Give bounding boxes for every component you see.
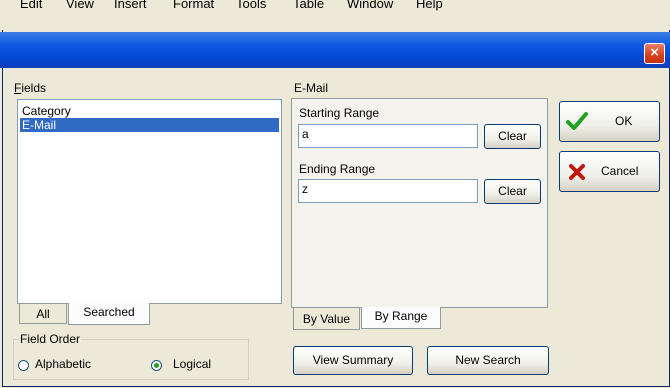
red-x-icon [569, 164, 585, 180]
app-menubar: Edit View Insert Format Tools Table Wind… [0, 0, 670, 30]
ending-range-input[interactable]: z [298, 179, 478, 203]
radio-logical-label[interactable]: Logical [173, 357, 211, 371]
tab-searched-label: Searched [83, 305, 135, 319]
ok-label: OK [615, 114, 633, 128]
list-item-selected[interactable]: E-Mail [20, 118, 279, 132]
ending-range-label: Ending Range [299, 162, 376, 176]
tab-all[interactable]: All [19, 304, 67, 324]
view-summary-button[interactable]: View Summary [293, 346, 413, 375]
close-icon: × [650, 44, 659, 61]
tab-by-value[interactable]: By Value [293, 308, 360, 330]
fields-label: Fields [14, 81, 47, 95]
menu-help[interactable]: Help [416, 0, 443, 11]
menu-format[interactable]: Format [173, 0, 214, 11]
close-button[interactable]: × [644, 43, 665, 64]
checkmark-icon [566, 112, 588, 130]
field-order-label: Field Order [19, 332, 82, 346]
clear-starting-button[interactable]: Clear [484, 124, 541, 149]
tab-by-range-label: By Range [374, 309, 428, 323]
clear-ending-button[interactable]: Clear [484, 179, 541, 204]
tab-by-value-label: By Value [302, 312, 351, 326]
dialog-title-bar[interactable] [0, 32, 670, 68]
menu-table[interactable]: Table [293, 0, 324, 11]
radio-selected-dot [154, 363, 159, 368]
ok-button[interactable]: OK [559, 101, 660, 142]
tab-searched[interactable]: Searched [68, 303, 150, 325]
menu-insert[interactable]: Insert [114, 0, 147, 11]
menu-tools[interactable]: Tools [236, 0, 266, 11]
list-item[interactable]: Category [20, 104, 279, 118]
menu-edit[interactable]: Edit [20, 0, 42, 11]
cancel-label: Cancel [601, 164, 639, 178]
radio-logical[interactable] [151, 360, 162, 371]
radio-alphabetic-label[interactable]: Alphabetic [35, 357, 91, 371]
range-field-label: E-Mail [294, 81, 329, 95]
radio-alphabetic[interactable] [18, 360, 29, 371]
tab-by-range[interactable]: By Range [361, 307, 441, 329]
menu-view[interactable]: View [66, 0, 94, 11]
menu-window[interactable]: Window [347, 0, 393, 11]
starting-range-label: Starting Range [299, 106, 380, 120]
new-search-button[interactable]: New Search [427, 346, 549, 375]
starting-range-input[interactable]: a [298, 124, 478, 148]
fields-listbox[interactable]: Category E-Mail [17, 99, 282, 304]
tab-all-label: All [36, 307, 50, 321]
cancel-button[interactable]: Cancel [559, 151, 660, 192]
